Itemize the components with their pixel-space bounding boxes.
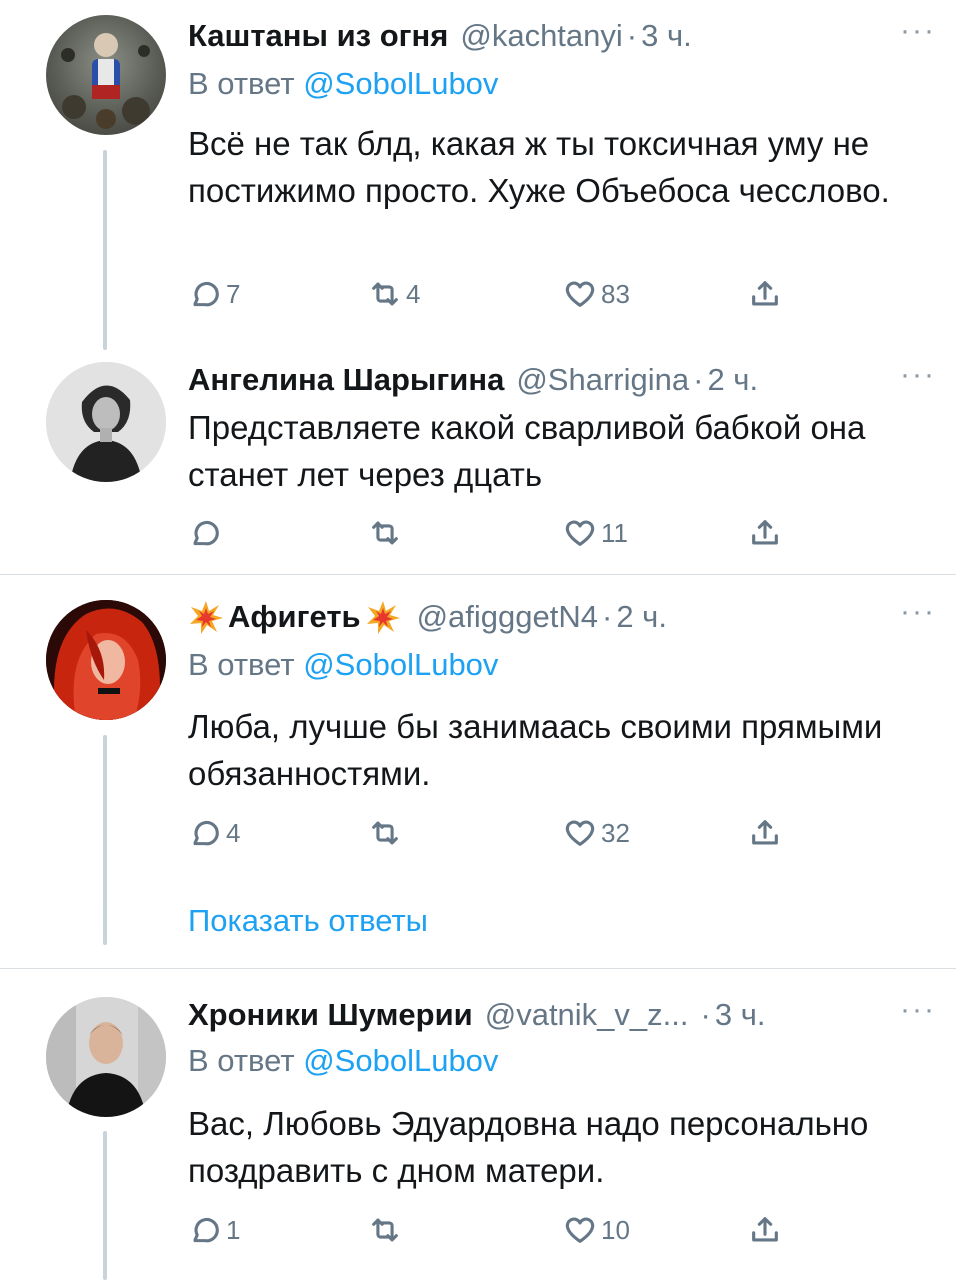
heart-icon (565, 820, 595, 846)
timestamp[interactable]: 2 ч. (707, 362, 758, 398)
collision-icon (190, 601, 223, 634)
share-button[interactable] (748, 813, 782, 853)
heart-icon (565, 1217, 595, 1243)
tweet-header: Афигеть @afigggetN4 · 2 ч. (188, 595, 936, 639)
avatar[interactable] (46, 362, 166, 482)
retweet-button[interactable] (368, 513, 406, 553)
more-options-icon[interactable]: ··· (900, 14, 936, 48)
share-icon (752, 820, 778, 845)
like-button[interactable]: 32 (563, 813, 630, 853)
tweet-actions: 4 32 (188, 813, 808, 853)
like-count: 11 (601, 517, 628, 548)
reply-mention-link[interactable]: @SobolLubov (303, 66, 498, 101)
reply-icon (193, 1217, 219, 1243)
reply-button[interactable]: 7 (188, 274, 240, 314)
tweet-header: Ангелина Шарыгина @Sharrigina · 2 ч. (188, 358, 936, 402)
reply-prefix: В ответ (188, 1043, 295, 1078)
more-options-icon[interactable]: ··· (900, 595, 936, 629)
avatar-image (46, 600, 166, 720)
reply-icon (193, 820, 219, 846)
reply-icon (193, 281, 219, 307)
user-handle[interactable]: @vatnik_v_z... (485, 997, 689, 1033)
reply-prefix: В ответ (188, 647, 295, 682)
retweet-button[interactable]: 4 (368, 274, 420, 314)
display-name[interactable]: Хроники Шумерии (188, 997, 473, 1033)
tweet-text: Люба, лучше бы занимаась своими прямыми … (188, 708, 883, 792)
user-handle[interactable]: @afigggetN4 (417, 599, 598, 635)
reply-context: В ответ @SobolLubov (188, 647, 498, 683)
like-count: 83 (601, 278, 630, 309)
timestamp[interactable]: 3 ч. (715, 997, 766, 1033)
separator: · (626, 18, 638, 53)
avatar-image (61, 33, 150, 129)
like-button[interactable]: 10 (563, 1210, 630, 1250)
tweet-1[interactable]: Каштаны из огня @kachtanyi · 3 ч. ··· В … (0, 0, 956, 350)
share-button[interactable] (748, 274, 782, 314)
user-handle[interactable]: @Sharrigina (516, 362, 689, 398)
retweet-count: 4 (406, 278, 421, 309)
thread-line (103, 150, 107, 350)
reply-context: В ответ @SobolLubov (188, 1043, 498, 1079)
display-name[interactable]: Каштаны из огня (188, 18, 448, 54)
retweet-icon (372, 821, 398, 845)
collision-icon (366, 601, 400, 634)
reply-button[interactable]: 1 (188, 1210, 240, 1250)
tweet-actions: 7 4 83 (188, 274, 808, 314)
reply-prefix: В ответ (188, 66, 295, 101)
avatar[interactable] (46, 997, 166, 1117)
tweet-actions: 11 (188, 513, 808, 553)
avatar[interactable] (46, 15, 166, 135)
more-options-icon[interactable]: ··· (900, 358, 936, 392)
separator: · (601, 599, 613, 634)
tweet-4[interactable]: Хроники Шумерии @vatnik_v_z... · 3 ч. ··… (0, 969, 956, 1280)
separator: · (700, 997, 711, 1032)
thread-ellipsis (103, 907, 107, 931)
share-icon (752, 281, 778, 306)
share-button[interactable] (748, 513, 782, 553)
reply-count: 7 (226, 278, 241, 309)
user-handle[interactable]: @kachtanyi (460, 18, 622, 54)
like-button[interactable]: 11 (563, 513, 628, 553)
more-options-icon[interactable]: ··· (900, 993, 936, 1027)
tweet-actions: 1 10 (188, 1210, 808, 1250)
reply-mention-link[interactable]: @SobolLubov (303, 1043, 498, 1078)
reply-count: 1 (226, 1214, 241, 1245)
retweet-icon (372, 282, 398, 306)
tweet-3[interactable]: Афигеть @afigggetN4 · 2 ч. ··· В ответ @… (0, 575, 956, 970)
share-icon (752, 520, 778, 545)
tweet-header: Хроники Шумерии @vatnik_v_z... · 3 ч. (188, 993, 936, 1037)
retweet-button[interactable] (368, 813, 406, 853)
heart-icon (565, 281, 595, 307)
reply-context: В ответ @SobolLubov (188, 66, 498, 102)
separator: · (693, 362, 704, 397)
share-button[interactable] (748, 1210, 782, 1250)
reply-mention-link[interactable]: @SobolLubov (303, 647, 498, 682)
timestamp[interactable]: 2 ч. (616, 599, 667, 635)
retweet-icon (372, 1218, 398, 1242)
share-icon (752, 1217, 778, 1242)
retweet-icon (372, 521, 398, 545)
like-button[interactable]: 83 (563, 274, 630, 314)
avatar-image (46, 362, 166, 482)
timestamp[interactable]: 3 ч. (641, 18, 692, 54)
tweet-header: Каштаны из огня @kachtanyi · 3 ч. (188, 14, 936, 58)
show-replies-link[interactable]: Показать ответы (188, 903, 428, 939)
display-name[interactable]: Ангелина Шарыгина (188, 362, 504, 398)
heart-icon (565, 520, 595, 546)
avatar-image (46, 997, 166, 1117)
reply-icon (193, 520, 219, 546)
tweet-2[interactable]: Ангелина Шарыгина @Sharrigina · 2 ч. ···… (0, 350, 956, 574)
reply-button[interactable]: 4 (188, 813, 240, 853)
like-count: 32 (601, 817, 630, 848)
like-count: 10 (601, 1214, 630, 1245)
thread-line (103, 1131, 107, 1280)
avatar[interactable] (46, 600, 166, 720)
tweet-text: Представляете какой сварливой бабкой она… (188, 409, 866, 493)
tweet-text: Всё не так блд, какая ж ты токсичная уму… (188, 125, 890, 209)
tweet-text: Вас, Любовь Эдуардовна надо персонально … (188, 1105, 869, 1189)
reply-button[interactable] (188, 513, 226, 553)
display-name[interactable]: Афигеть (228, 599, 361, 635)
retweet-button[interactable] (368, 1210, 406, 1250)
reply-count: 4 (226, 817, 241, 848)
